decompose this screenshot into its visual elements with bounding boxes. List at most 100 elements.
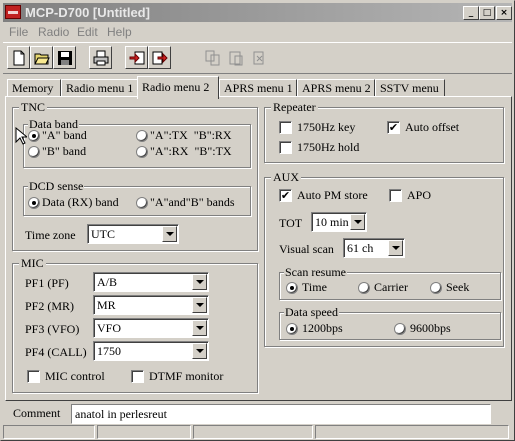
comment-input[interactable]: anatol in perlesreut bbox=[71, 404, 491, 424]
pf4-dropdown-icon[interactable] bbox=[192, 343, 207, 359]
data-band-arx-btx-radio[interactable] bbox=[136, 146, 148, 158]
time-zone-value: UTC bbox=[91, 227, 115, 241]
tab-strip: Memory Radio menu 1 Radio menu 2 APRS me… bbox=[5, 76, 512, 99]
scan-resume-seek-label: Seek bbox=[446, 280, 470, 294]
comment-label: Comment bbox=[13, 406, 61, 420]
pf4-select[interactable]: 1750 bbox=[93, 341, 209, 361]
data-speed-1200-label: 1200bps bbox=[302, 321, 343, 335]
scan-resume-time-radio[interactable] bbox=[286, 282, 298, 294]
open-button[interactable] bbox=[30, 46, 53, 69]
tnc-title: TNC bbox=[19, 100, 47, 115]
pf2-select[interactable]: MR bbox=[93, 295, 209, 315]
open-icon bbox=[34, 53, 50, 65]
tot-dropdown-icon[interactable] bbox=[350, 214, 365, 230]
visual-scan-label: Visual scan bbox=[279, 242, 334, 256]
pf4-value: 1750 bbox=[97, 344, 121, 358]
menu-edit[interactable]: Edit bbox=[77, 25, 98, 39]
close-button[interactable]: × bbox=[496, 6, 512, 20]
tab-radio-menu-2[interactable]: Radio menu 2 bbox=[137, 76, 219, 99]
pf1-label: PF1 (PF) bbox=[25, 276, 69, 290]
data-band-b-radio[interactable] bbox=[28, 146, 40, 158]
dcd-a-and-b-radio[interactable] bbox=[136, 197, 148, 209]
pf3-label: PF3 (VFO) bbox=[25, 322, 80, 336]
pf4-label: PF4 (CALL) bbox=[25, 345, 87, 359]
mic-control-label: MIC control bbox=[45, 369, 105, 383]
tot-select[interactable]: 10 min bbox=[311, 212, 367, 232]
paste-icon bbox=[229, 51, 243, 66]
data-band-a-radio[interactable] bbox=[28, 130, 40, 142]
auto-offset-checkbox[interactable]: ✔ bbox=[387, 121, 400, 134]
1750hz-hold-checkbox[interactable] bbox=[279, 141, 292, 154]
pf3-select[interactable]: VFO bbox=[93, 318, 209, 338]
pf2-label: PF2 (MR) bbox=[25, 299, 75, 313]
pf1-dropdown-icon[interactable] bbox=[192, 274, 207, 290]
title-bar[interactable]: MCP-D700 [Untitled] _ □ × bbox=[3, 3, 512, 22]
menu-radio[interactable]: Radio bbox=[38, 25, 69, 39]
new-button[interactable] bbox=[7, 46, 30, 69]
minimize-button[interactable]: _ bbox=[463, 6, 479, 20]
toolbar bbox=[3, 42, 512, 74]
data-band-b-label: "B" band bbox=[42, 144, 87, 158]
dtmf-monitor-label: DTMF monitor bbox=[149, 369, 224, 383]
main-window: MCP-D700 [Untitled] _ □ × File Radio Edi… bbox=[0, 0, 515, 441]
save-icon bbox=[58, 51, 72, 65]
mic-title: MIC bbox=[19, 256, 46, 271]
status-pane bbox=[315, 425, 509, 439]
menu-bar: File Radio Edit Help bbox=[3, 23, 512, 41]
dcd-sense-title: DCD sense bbox=[28, 179, 85, 194]
data-speed-title: Data speed bbox=[284, 305, 339, 320]
auto-pm-store-checkbox[interactable]: ✔ bbox=[279, 189, 292, 202]
menu-file[interactable]: File bbox=[9, 25, 28, 39]
repeater-group: Repeater 1750Hz key ✔ Auto offset 1750Hz… bbox=[264, 100, 504, 163]
pf3-value: VFO bbox=[97, 321, 122, 335]
read-from-radio-icon bbox=[129, 51, 145, 65]
copy-icon bbox=[205, 50, 220, 66]
mic-group: MIC PF1 (PF) A/B PF2 (MR) MR PF3 (VFO) V… bbox=[12, 256, 258, 393]
pf3-dropdown-icon[interactable] bbox=[192, 320, 207, 336]
apo-checkbox[interactable] bbox=[389, 189, 402, 202]
menu-help[interactable]: Help bbox=[107, 25, 132, 39]
1750hz-key-label: 1750Hz key bbox=[297, 120, 356, 134]
read-from-radio-button[interactable] bbox=[125, 46, 148, 69]
visual-scan-value: 61 ch bbox=[347, 241, 374, 255]
data-band-arx-btx-label: "A":RX "B":TX bbox=[150, 144, 232, 158]
delete-icon bbox=[253, 51, 264, 65]
pf1-value: A/B bbox=[97, 275, 118, 289]
data-band-atx-brx-radio[interactable] bbox=[136, 130, 148, 142]
print-icon bbox=[93, 50, 109, 66]
comment-bar: Comment anatol in perlesreut bbox=[3, 402, 512, 424]
new-icon bbox=[13, 50, 25, 66]
app-icon[interactable] bbox=[5, 5, 21, 19]
copy-button[interactable] bbox=[201, 46, 224, 69]
aux-title: AUX bbox=[271, 170, 301, 185]
status-panes bbox=[3, 425, 512, 440]
data-band-a-label: "A" band bbox=[42, 128, 87, 142]
delete-button[interactable] bbox=[247, 46, 270, 69]
data-speed-1200-radio[interactable] bbox=[286, 323, 298, 335]
data-speed-group: Data speed 1200bps 9600bps bbox=[279, 305, 501, 340]
write-to-radio-button[interactable] bbox=[148, 46, 171, 69]
dcd-data-rx-radio[interactable] bbox=[28, 197, 40, 209]
maximize-button[interactable]: □ bbox=[479, 6, 495, 20]
mic-control-checkbox[interactable] bbox=[27, 370, 40, 383]
dtmf-monitor-checkbox[interactable] bbox=[131, 370, 144, 383]
paste-button[interactable] bbox=[224, 46, 247, 69]
time-zone-select[interactable]: UTC bbox=[87, 224, 179, 244]
print-button[interactable] bbox=[89, 46, 112, 69]
time-zone-dropdown-icon[interactable] bbox=[162, 226, 177, 242]
write-to-radio-icon bbox=[152, 51, 168, 65]
visual-scan-select[interactable]: 61 ch bbox=[343, 238, 405, 258]
radio-menu-2-page: TNC Data band "A" band "B" band "A":TX "… bbox=[5, 96, 512, 401]
pf1-select[interactable]: A/B bbox=[93, 272, 209, 292]
tot-value: 10 min bbox=[315, 215, 349, 229]
data-speed-9600-radio[interactable] bbox=[394, 323, 406, 335]
save-button[interactable] bbox=[53, 46, 76, 69]
tnc-group: TNC Data band "A" band "B" band "A":TX "… bbox=[12, 100, 258, 251]
scan-resume-carrier-radio[interactable] bbox=[358, 282, 370, 294]
1750hz-key-checkbox[interactable] bbox=[279, 121, 292, 134]
status-pane bbox=[193, 425, 313, 439]
window-title: MCP-D700 [Untitled] bbox=[25, 5, 150, 20]
pf2-dropdown-icon[interactable] bbox=[192, 297, 207, 313]
scan-resume-seek-radio[interactable] bbox=[430, 282, 442, 294]
visual-scan-dropdown-icon[interactable] bbox=[388, 240, 403, 256]
